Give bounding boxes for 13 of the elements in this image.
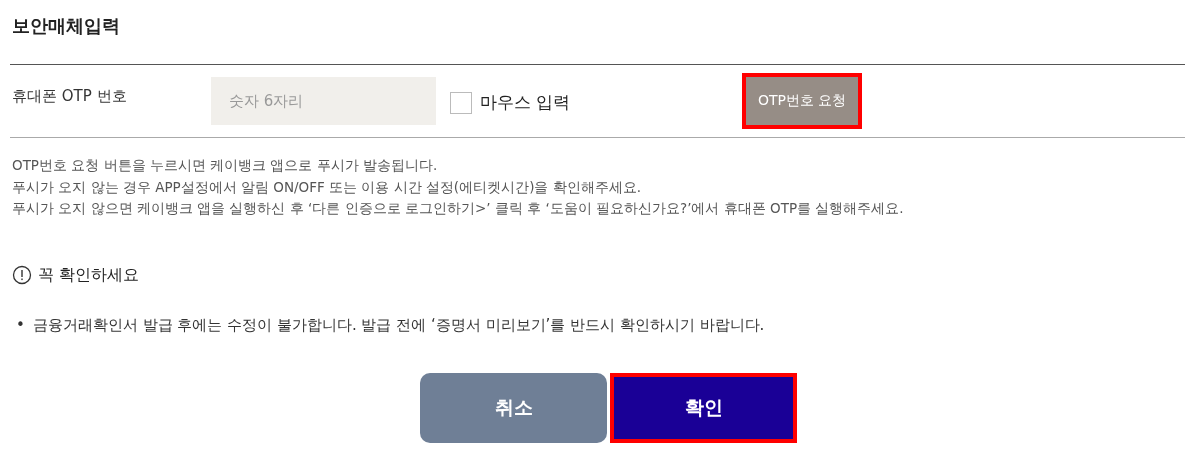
notice-text: 금융거래확인서 발급 후에는 수정이 불가합니다. 발급 전에 ‘증명서 미리보기’를 반드시 확인하시기 바랍니다.	[32, 315, 765, 335]
info-text: 푸시가 오지 않으면 케이뱅크 앱을 실행하신 후 ‘다른 인증으로 로그인하기>’ 클릭 후 ‘도움이 필요하신가요?’에서 휴대폰 OTP를 실행해주세요.	[12, 199, 905, 218]
cancel-button[interactable]: 취소	[420, 372, 607, 443]
confirm-button[interactable]: 확인	[610, 372, 797, 443]
field-label: 휴대폰 OTP 번호	[11, 86, 128, 106]
mouse-input-checkbox[interactable]: 마우스 입력	[450, 91, 742, 114]
info-text: 푸시가 오지 않는 경우 APP설정에서 알림 ON/OFF 또는 이용 시간 설정(에티켓시간)을 확인해주세요.	[12, 177, 642, 197]
notice-heading: 꼭 확인하세요	[38, 264, 140, 286]
bullet: •	[16, 315, 25, 335]
otp-input-field[interactable]: 숫자 6자리	[211, 77, 436, 125]
section-title: 보안매체입력	[11, 14, 121, 38]
info-text: OTP번호 요청 버튼을 누르시면 케이뱅크 앱으로 푸시가 발송됩니다.	[12, 156, 439, 175]
exclamation-icon	[12, 265, 32, 285]
